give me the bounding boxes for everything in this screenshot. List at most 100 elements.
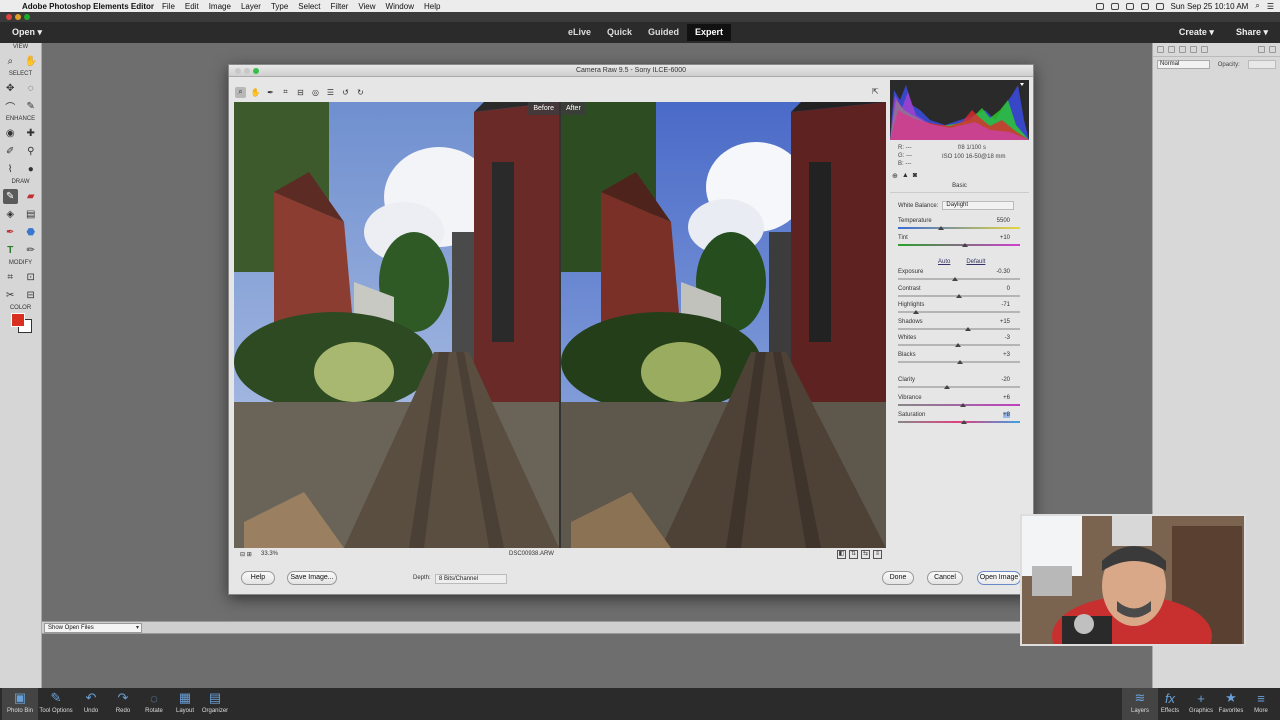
tint-thumb[interactable] bbox=[962, 243, 969, 247]
before-after-view-icon[interactable]: ◧ bbox=[837, 550, 846, 559]
preferences-icon[interactable]: ☰ bbox=[325, 87, 336, 98]
zoom-out-in-icons[interactable]: ⊟ ⊞ bbox=[240, 551, 252, 558]
new-group-icon[interactable] bbox=[1168, 46, 1175, 53]
shadows-thumb[interactable] bbox=[964, 327, 971, 331]
blacks-thumb[interactable] bbox=[957, 360, 964, 364]
menu-filter[interactable]: Filter bbox=[331, 2, 349, 11]
contrast-slider[interactable]: Contrast 0 bbox=[898, 286, 1020, 300]
rotate-left-icon[interactable]: ↺ bbox=[340, 87, 351, 98]
menu-layer[interactable]: Layer bbox=[241, 2, 261, 11]
white-balance-select[interactable]: Daylight bbox=[942, 201, 1015, 210]
image-preview[interactable]: Before After bbox=[234, 102, 886, 548]
detail-tab-icon[interactable]: ▲ bbox=[902, 172, 909, 182]
highlights-slider[interactable]: Highlights -71 bbox=[898, 302, 1020, 316]
exposure-track[interactable] bbox=[898, 278, 1020, 280]
organizer-button[interactable]: ▤ Organizer bbox=[197, 688, 233, 720]
swap-settings-icon[interactable]: ⇅ bbox=[849, 550, 858, 559]
paint-bucket-tool-icon[interactable]: ◈ bbox=[3, 207, 18, 222]
white-balance-tool-icon[interactable]: ✒ bbox=[265, 87, 276, 98]
tint-track[interactable] bbox=[898, 244, 1020, 246]
close-window-icon[interactable] bbox=[6, 14, 12, 20]
exposure-slider[interactable]: Exposure -0.30 bbox=[898, 269, 1020, 283]
vibrance-value[interactable]: +6 bbox=[1003, 395, 1010, 401]
marquee-tool-icon[interactable]: ◌ bbox=[23, 81, 38, 96]
type-tool-icon[interactable]: T bbox=[3, 243, 18, 258]
dialog-minimize-icon[interactable] bbox=[244, 68, 250, 74]
recompose-tool-icon[interactable]: ⊡ bbox=[23, 270, 38, 285]
rotate-right-icon[interactable]: ↻ bbox=[355, 87, 366, 98]
clarity-track[interactable] bbox=[898, 386, 1020, 388]
volume-status-icon[interactable] bbox=[1125, 2, 1134, 10]
share-menu-button[interactable]: Share ▾ bbox=[1236, 22, 1268, 43]
zoom-level-select[interactable]: 33.3% bbox=[261, 551, 278, 557]
help-button[interactable]: Help bbox=[241, 571, 275, 585]
eraser-tool-icon[interactable]: ▰ bbox=[23, 189, 38, 204]
blend-mode-select[interactable]: Normal bbox=[1157, 60, 1210, 69]
new-layer-icon[interactable] bbox=[1157, 46, 1164, 53]
clarity-slider[interactable]: Clarity -20 bbox=[898, 377, 1020, 391]
opacity-input[interactable] bbox=[1247, 60, 1276, 69]
zoom-window-icon[interactable] bbox=[24, 14, 30, 20]
wifi-status-icon[interactable] bbox=[1140, 2, 1149, 10]
exposure-value[interactable]: -0.30 bbox=[996, 269, 1010, 275]
contrast-thumb[interactable] bbox=[956, 294, 962, 298]
blacks-value[interactable]: +3 bbox=[1003, 352, 1010, 358]
highlights-value[interactable]: -71 bbox=[1001, 302, 1010, 308]
zoom-tool-icon[interactable]: ⌕ bbox=[3, 54, 18, 69]
quick-selection-tool-icon[interactable]: ✎ bbox=[23, 99, 38, 114]
battery-status-icon[interactable] bbox=[1155, 2, 1164, 10]
temperature-thumb[interactable] bbox=[937, 226, 944, 230]
mode-guided[interactable]: Guided bbox=[640, 24, 687, 41]
dialog-zoom-icon[interactable] bbox=[253, 68, 259, 74]
blacks-slider[interactable]: Blacks +3 bbox=[898, 352, 1020, 366]
move-tool-icon[interactable]: ✥ bbox=[3, 81, 18, 96]
delete-layer-icon[interactable] bbox=[1258, 46, 1265, 53]
open-image-button[interactable]: Open Image bbox=[977, 571, 1021, 585]
layer-mask-icon[interactable] bbox=[1190, 46, 1197, 53]
undo-button[interactable]: ↶ Undo bbox=[73, 688, 109, 720]
open-button[interactable]: Open ▾ bbox=[12, 27, 42, 38]
sponge-tool-icon[interactable]: ● bbox=[23, 162, 38, 177]
pencil-tool-icon[interactable]: ✏ bbox=[23, 243, 38, 258]
copy-settings-icon[interactable]: ⇆ bbox=[861, 550, 870, 559]
eye-tool-icon[interactable]: ◉ bbox=[3, 126, 18, 141]
shadows-value[interactable]: +15 bbox=[1000, 319, 1010, 325]
depth-select[interactable]: 8 Bits/Channel bbox=[435, 574, 507, 584]
panel-menu-icon[interactable] bbox=[1269, 46, 1276, 53]
default-link[interactable]: Default bbox=[966, 259, 985, 265]
saturation-slider[interactable]: Saturation +8 bbox=[898, 412, 1020, 426]
saturation-track[interactable] bbox=[898, 421, 1020, 423]
clone-stamp-tool-icon[interactable]: ⚲ bbox=[23, 144, 38, 159]
mode-elive[interactable]: eLive bbox=[560, 24, 599, 41]
menu-view[interactable]: View bbox=[358, 2, 375, 11]
save-image-button[interactable]: Save Image... bbox=[287, 571, 337, 585]
lock-layer-icon[interactable] bbox=[1201, 46, 1208, 53]
mode-expert[interactable]: Expert bbox=[687, 24, 732, 41]
highlights-thumb[interactable] bbox=[913, 310, 920, 314]
brush-tool-icon[interactable]: ✎ bbox=[2, 188, 18, 204]
exposure-thumb[interactable] bbox=[952, 277, 959, 281]
red-eye-tool-icon[interactable]: ◎ bbox=[310, 87, 321, 98]
preview-preferences-icon[interactable]: ≡ bbox=[873, 550, 882, 559]
menu-file[interactable]: File bbox=[162, 2, 175, 11]
spot-healing-tool-icon[interactable]: ✚ bbox=[23, 126, 38, 141]
vibrance-slider[interactable]: Vibrance +6 bbox=[898, 395, 1020, 409]
hand-tool-icon[interactable]: ✋ bbox=[23, 54, 38, 69]
done-button[interactable]: Done bbox=[882, 571, 914, 585]
fullscreen-icon[interactable]: ⇱ bbox=[872, 87, 879, 96]
adjustment-layer-icon[interactable] bbox=[1179, 46, 1186, 53]
clarity-value[interactable]: -20 bbox=[1001, 377, 1010, 383]
tint-slider[interactable]: Tint +10 bbox=[898, 235, 1020, 249]
eyedropper-tool-icon[interactable]: ✒ bbox=[3, 225, 18, 240]
tint-value[interactable]: +10 bbox=[1000, 235, 1010, 241]
temperature-slider[interactable]: Temperature 5500 bbox=[898, 218, 1020, 232]
temperature-track[interactable] bbox=[898, 227, 1020, 229]
shape-tool-icon[interactable]: ⬣ bbox=[23, 225, 38, 240]
saturation-thumb[interactable] bbox=[960, 420, 967, 424]
whites-value[interactable]: -3 bbox=[1005, 335, 1010, 341]
whites-slider[interactable]: Whites -3 bbox=[898, 335, 1020, 349]
lasso-tool-icon[interactable]: ⌒ bbox=[3, 99, 18, 114]
mode-quick[interactable]: Quick bbox=[599, 24, 640, 41]
create-menu-button[interactable]: Create ▾ bbox=[1179, 22, 1214, 43]
shadows-track[interactable] bbox=[898, 328, 1020, 330]
